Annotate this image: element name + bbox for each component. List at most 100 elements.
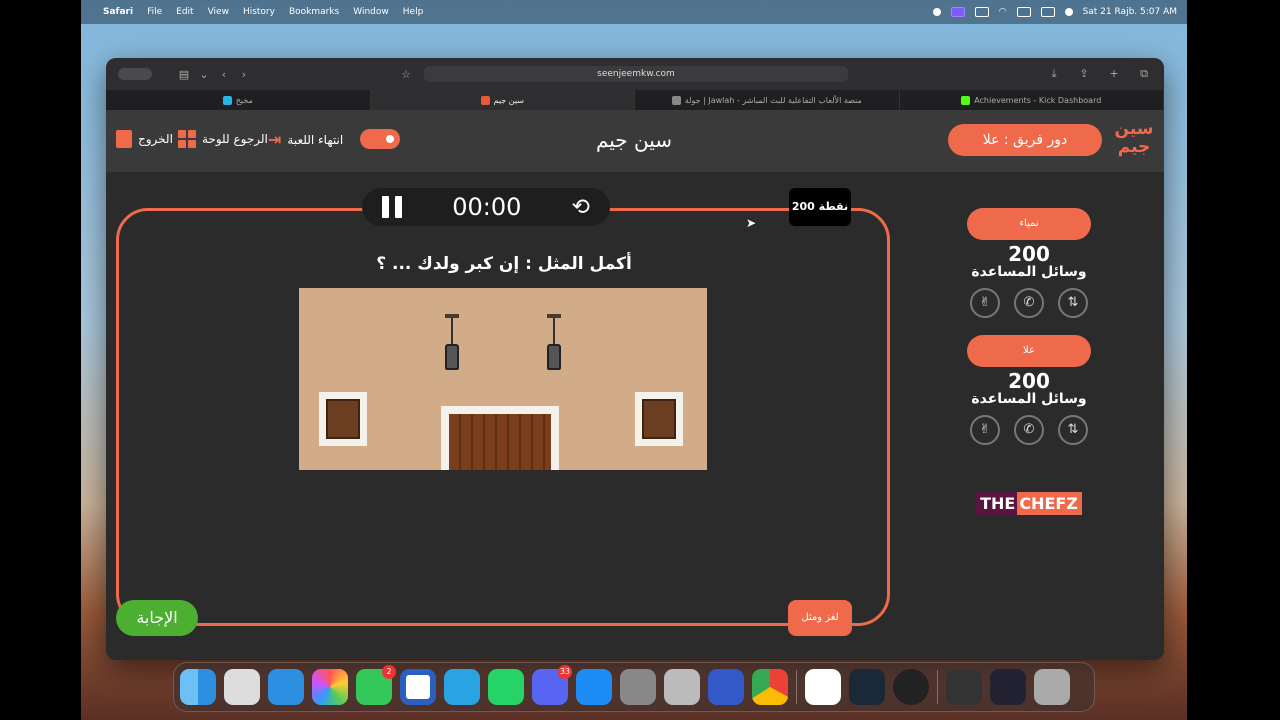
status-dot-icon[interactable] <box>932 8 941 16</box>
download-icon[interactable]: ⤓ <box>1044 67 1064 81</box>
wifi-icon[interactable]: ◠ <box>999 7 1007 17</box>
browser-toolbar: ▤ ⌄ ‹ › ☆ seenjeemkw.com ⤓ ⇪ + ⧉ <box>106 58 1164 90</box>
whatsapp-icon[interactable] <box>488 669 524 705</box>
lantern-left <box>445 314 459 380</box>
menu-help[interactable]: Help <box>403 7 424 17</box>
menu-window[interactable]: Window <box>353 7 389 17</box>
usb-app-icon[interactable] <box>805 669 841 705</box>
tab-label: سين جيم <box>493 95 524 105</box>
favicon-icon <box>671 95 681 105</box>
mouse-cursor-icon: ➤ <box>746 216 757 230</box>
battery-icon[interactable] <box>974 7 989 17</box>
lantern-right <box>547 314 561 380</box>
safari-icon[interactable] <box>268 669 304 705</box>
tab-3[interactable]: جولة | Jawlah - منصة الألعاب التفاعلية ل… <box>635 90 900 110</box>
back-to-board-button[interactable]: الرجوع للوحة <box>178 130 268 148</box>
photos-icon[interactable] <box>312 669 348 705</box>
back-icon[interactable]: ‹ <box>214 68 234 81</box>
question-text: أكمل المثل : إن كبر ولدك ... ؟ <box>376 254 632 274</box>
team-name: نمياء <box>967 208 1091 240</box>
menu-file[interactable]: File <box>147 7 162 17</box>
chrome-icon[interactable] <box>752 669 788 705</box>
category-badge: لغز ومثل <box>788 600 852 636</box>
menu-view[interactable]: View <box>208 7 229 17</box>
menu-history[interactable]: History <box>243 7 275 17</box>
tab-4[interactable]: Achievements - Kick Dashboard <box>900 90 1164 110</box>
swap-icon[interactable]: ⇅ <box>1058 415 1088 445</box>
menu-edit[interactable]: Edit <box>176 7 193 17</box>
control-center-icon[interactable] <box>1040 7 1055 17</box>
discord-icon[interactable]: 33 <box>532 665 572 705</box>
favorite-star-icon[interactable]: ☆ <box>396 68 416 81</box>
share-icon[interactable]: ⇪ <box>1074 67 1094 81</box>
tab-label: مخيخ <box>235 95 253 105</box>
new-tab-icon[interactable]: + <box>1104 67 1124 81</box>
facetime-icon[interactable]: 2 <box>356 665 396 705</box>
game-header: الخروج الرجوع للوحة ⇥ انتهاء اللعبة سين … <box>106 110 1164 172</box>
recent-window-2-icon[interactable] <box>990 669 1026 705</box>
tab-label: جولة | Jawlah - منصة الألعاب التفاعلية ل… <box>684 95 862 105</box>
window-controls[interactable] <box>118 68 152 80</box>
toggle-knob <box>383 132 397 146</box>
launchpad-icon[interactable] <box>224 669 260 705</box>
telegram-icon[interactable] <box>444 669 480 705</box>
tab-2[interactable]: سين جيم <box>370 90 635 110</box>
tab-label: Achievements - Kick Dashboard <box>974 95 1102 105</box>
dock-separator <box>796 670 797 704</box>
sidebar-icon[interactable]: ▤ <box>174 68 194 81</box>
favicon-icon <box>480 95 490 105</box>
sponsor-part2: CHEFZ <box>1017 492 1082 515</box>
team-score: 200 <box>1008 369 1050 393</box>
remote-desktop-icon[interactable] <box>708 669 744 705</box>
team-turn-badge: دور فريق : علا <box>948 124 1102 156</box>
points-badge: 200 نقطة <box>789 188 851 226</box>
chevron-down-icon[interactable]: ⌄ <box>194 68 214 81</box>
phone-icon[interactable]: ✆ <box>1014 288 1044 318</box>
steam-icon[interactable] <box>849 669 885 705</box>
tab-overview-icon[interactable]: ⧉ <box>1134 67 1154 81</box>
reset-timer-icon[interactable]: ⟲ <box>572 195 590 220</box>
seenjeem-logo[interactable]: سين جيم <box>1112 120 1156 162</box>
word-icon[interactable] <box>400 669 436 705</box>
menu-app-name[interactable]: Safari <box>103 7 133 17</box>
team-score: 200 <box>1008 242 1050 266</box>
desktop: Safari File Edit View History Bookmarks … <box>81 0 1187 720</box>
tab-1[interactable]: مخيخ <box>106 90 371 110</box>
obs-icon[interactable] <box>893 669 929 705</box>
recent-window-1-icon[interactable] <box>946 669 982 705</box>
team-name: علا <box>967 335 1091 367</box>
finder-icon[interactable] <box>180 669 216 705</box>
game-body: 00:00 ⟲ 200 نقطة أكمل المثل : إن كبر ولد… <box>106 172 1164 660</box>
peace-hand-icon[interactable]: ✌ <box>970 288 1000 318</box>
favicon-icon <box>222 95 232 105</box>
helps-row: ✌ ✆ ⇅ <box>964 415 1094 445</box>
facetime-badge: 2 <box>382 665 396 679</box>
screen-record-icon[interactable] <box>950 7 965 17</box>
trash-icon[interactable] <box>1034 669 1070 705</box>
sponsor-logo: THE CHEFZ <box>974 490 1084 518</box>
siri-icon[interactable] <box>1064 8 1073 16</box>
helps-row: ✌ ✆ ⇅ <box>964 288 1094 318</box>
question-image <box>299 288 707 470</box>
end-game-button[interactable]: ⇥ انتهاء اللعبة <box>268 130 343 149</box>
menu-bookmarks[interactable]: Bookmarks <box>289 7 339 17</box>
grid-icon <box>178 130 196 148</box>
pause-icon[interactable] <box>382 196 402 218</box>
answer-button[interactable]: الإجابة <box>116 600 198 636</box>
input-source-icon[interactable] <box>1016 7 1031 17</box>
menu-datetime[interactable]: Sat 21 Rajb. 5:07 AM <box>1083 7 1177 17</box>
forward-icon[interactable]: › <box>234 68 254 81</box>
helps-label: وسائل المساعدة <box>971 391 1087 407</box>
swap-icon[interactable]: ⇅ <box>1058 288 1088 318</box>
iphone-mirroring-icon[interactable] <box>664 669 700 705</box>
app-store-icon[interactable] <box>576 669 612 705</box>
peace-hand-icon[interactable]: ✌ <box>970 415 1000 445</box>
system-settings-icon[interactable] <box>620 669 656 705</box>
exit-button[interactable]: الخروج <box>116 130 173 148</box>
helps-label: وسائل المساعدة <box>971 264 1087 280</box>
settings-toggle[interactable] <box>360 129 400 149</box>
phone-icon[interactable]: ✆ <box>1014 415 1044 445</box>
sponsor-part1: THE <box>976 492 1018 515</box>
timer-bar: 00:00 ⟲ <box>362 188 610 226</box>
address-bar[interactable]: seenjeemkw.com <box>424 66 848 82</box>
